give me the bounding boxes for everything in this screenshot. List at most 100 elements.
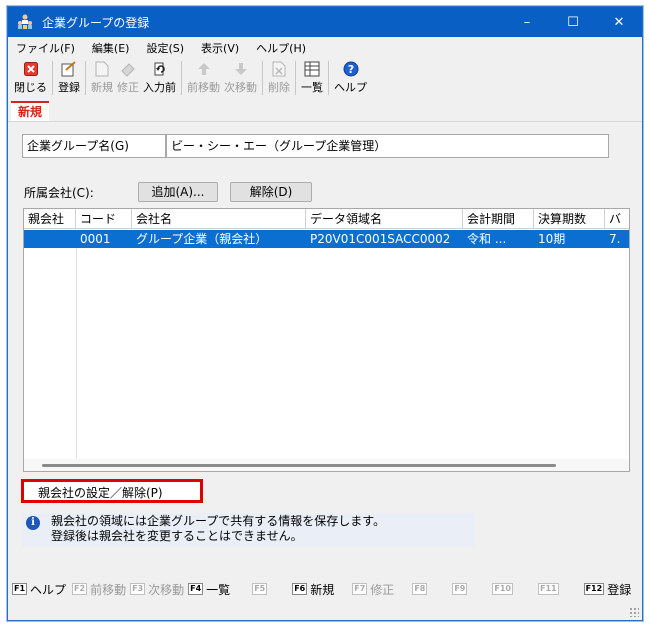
next-label: 次移動 — [224, 81, 257, 94]
arrow-up-icon — [196, 61, 212, 77]
prev-button[interactable]: 前移動 — [187, 59, 220, 97]
fkey-f11[interactable]: F11 — [537, 583, 562, 595]
cell-settlement-count: 10期 — [538, 232, 566, 246]
list-button[interactable]: 一覧 — [301, 59, 323, 97]
divider — [8, 121, 642, 122]
menu-settings[interactable]: 設定(S) — [138, 40, 193, 56]
fkey-badge: F2 — [72, 583, 88, 595]
fkey-badge: F3 — [130, 583, 146, 595]
toolbar-separator — [262, 61, 263, 95]
set-parent-company-button[interactable]: 親会社の設定／解除(P) — [21, 479, 203, 503]
modify-label: 修正 — [117, 81, 139, 94]
function-key-bar: F1 ヘルプ F2 前移動 F3 次移動 F4 一覧 F5 F6 新規 F7 修… — [8, 576, 642, 602]
fkey-badge: F9 — [452, 583, 468, 595]
next-button[interactable]: 次移動 — [224, 59, 257, 97]
fkey-badge: F10 — [492, 583, 513, 595]
title-bar[interactable]: 企業グループの登録 – ☐ ✕ — [8, 7, 642, 37]
fkey-label: 新規 — [310, 582, 335, 597]
fkey-f10[interactable]: F10 — [492, 583, 516, 595]
fkey-f2[interactable]: F2 前移動 — [72, 581, 126, 598]
arrow-down-icon — [233, 61, 249, 77]
window-title: 企業グループの登録 — [42, 15, 150, 30]
help-icon: ? — [343, 61, 359, 77]
cell-code: 0001 — [80, 232, 111, 246]
fkey-f6[interactable]: F6 新規 — [292, 581, 334, 598]
add-company-button[interactable]: 追加(A)... — [138, 182, 218, 202]
info-box: i 親会社の領域には企業グループで共有する情報を保存します。 登録後は親会社を変… — [22, 513, 475, 547]
register-button[interactable]: 登録 — [58, 59, 80, 97]
fkey-label: 次移動 — [148, 582, 185, 597]
horizontal-scrollbar[interactable] — [24, 459, 629, 471]
col-code[interactable]: コード — [76, 209, 132, 229]
fkey-label: 前移動 — [90, 582, 127, 597]
list-icon — [304, 61, 320, 77]
help-button[interactable]: ? ヘルプ — [334, 59, 367, 97]
table-row[interactable]: 0001 グループ企業（親会社） P20V01C001SACC0002 令和 .… — [24, 230, 629, 248]
set-parent-company-label: 親会社の設定／解除(P) — [38, 486, 163, 500]
remove-company-button[interactable]: 解除(D) — [230, 182, 312, 202]
fkey-f1[interactable]: F1 ヘルプ — [12, 581, 66, 598]
fkey-f7[interactable]: F7 修正 — [352, 581, 394, 598]
col-version[interactable]: バ — [605, 209, 629, 229]
cell-parent — [24, 230, 76, 248]
menu-view[interactable]: 表示(V) — [193, 40, 248, 56]
menu-file[interactable]: ファイル(F) — [8, 40, 84, 56]
new-label: 新規 — [91, 81, 113, 94]
col-settlement-count[interactable]: 決算期数 — [534, 209, 605, 229]
pre-input-label: 入力前 — [143, 81, 176, 94]
close-icon — [23, 61, 39, 77]
col-company-name[interactable]: 会社名 — [132, 209, 306, 229]
col-fiscal-period[interactable]: 会計期間 — [463, 209, 534, 229]
info-line-1: 親会社の領域には企業グループで共有する情報を保存します。 — [51, 514, 386, 528]
column-divider — [76, 248, 77, 459]
menu-edit[interactable]: 編集(E) — [84, 40, 139, 56]
delete-icon — [271, 61, 287, 77]
fkey-badge: F1 — [12, 583, 28, 595]
fkey-f12[interactable]: F12 登録 — [583, 581, 631, 598]
list-label: 一覧 — [301, 81, 323, 94]
modify-button[interactable]: 修正 — [117, 59, 139, 97]
company-table[interactable]: 親会社 コード 会社名 データ領域名 会計期間 決算期数 バ 0001 グループ… — [23, 208, 630, 472]
close-label: 閉じる — [14, 81, 47, 94]
group-name-label: 企業グループ名(G) — [22, 134, 166, 158]
maximize-button[interactable]: ☐ — [550, 7, 596, 37]
fkey-f3[interactable]: F3 次移動 — [130, 581, 184, 598]
fkey-f9[interactable]: F9 — [452, 583, 470, 595]
info-text: 親会社の領域には企業グループで共有する情報を保存します。 登録後は親会社を変更す… — [51, 513, 385, 544]
new-button[interactable]: 新規 — [91, 59, 113, 97]
col-data-area[interactable]: データ領域名 — [306, 209, 463, 229]
fkey-badge: F8 — [412, 583, 428, 595]
group-name-field[interactable]: ビー・シー・エー（グループ企業管理） — [166, 134, 609, 158]
fkey-f4[interactable]: F4 一覧 — [188, 581, 230, 598]
fkey-label: 修正 — [370, 582, 395, 597]
scrollbar-thumb[interactable] — [42, 464, 556, 467]
app-window: 企業グループの登録 – ☐ ✕ ファイル(F) 編集(E) 設定(S) 表示(V… — [7, 6, 643, 621]
menu-bar: ファイル(F) 編集(E) 設定(S) 表示(V) ヘルプ(H) — [8, 38, 642, 58]
info-line-2: 登録後は親会社を変更することはできません。 — [51, 529, 303, 543]
close-button[interactable]: 閉じる — [14, 59, 47, 97]
resize-grip-icon[interactable] — [629, 607, 639, 617]
toolbar-separator — [52, 61, 53, 95]
cell-data-area: P20V01C001SACC0002 — [310, 232, 451, 246]
close-window-button[interactable]: ✕ — [596, 7, 642, 37]
delete-button[interactable]: 削除 — [268, 59, 290, 97]
col-parent[interactable]: 親会社 — [24, 209, 76, 229]
toolbar-separator — [295, 61, 296, 95]
app-icon — [16, 13, 34, 31]
new-document-icon — [94, 61, 110, 77]
fkey-f5[interactable]: F5 — [252, 583, 270, 595]
register-icon — [61, 61, 77, 77]
toolbar-separator — [328, 61, 329, 95]
table-header: 親会社 コード 会社名 データ領域名 会計期間 決算期数 バ — [24, 209, 629, 229]
fkey-badge: F12 — [583, 583, 605, 595]
info-icon: i — [26, 516, 40, 530]
fkey-label: 一覧 — [206, 582, 231, 597]
menu-help[interactable]: ヘルプ(H) — [248, 40, 315, 56]
cell-company-name: グループ企業（親会社） — [136, 232, 268, 246]
minimize-button[interactable]: – — [504, 7, 550, 37]
pre-input-button[interactable]: 入力前 — [143, 59, 176, 97]
fkey-label: ヘルプ — [30, 582, 67, 597]
fkey-badge: F5 — [252, 583, 268, 595]
fkey-f8[interactable]: F8 — [412, 583, 430, 595]
toolbar-separator — [181, 61, 182, 95]
